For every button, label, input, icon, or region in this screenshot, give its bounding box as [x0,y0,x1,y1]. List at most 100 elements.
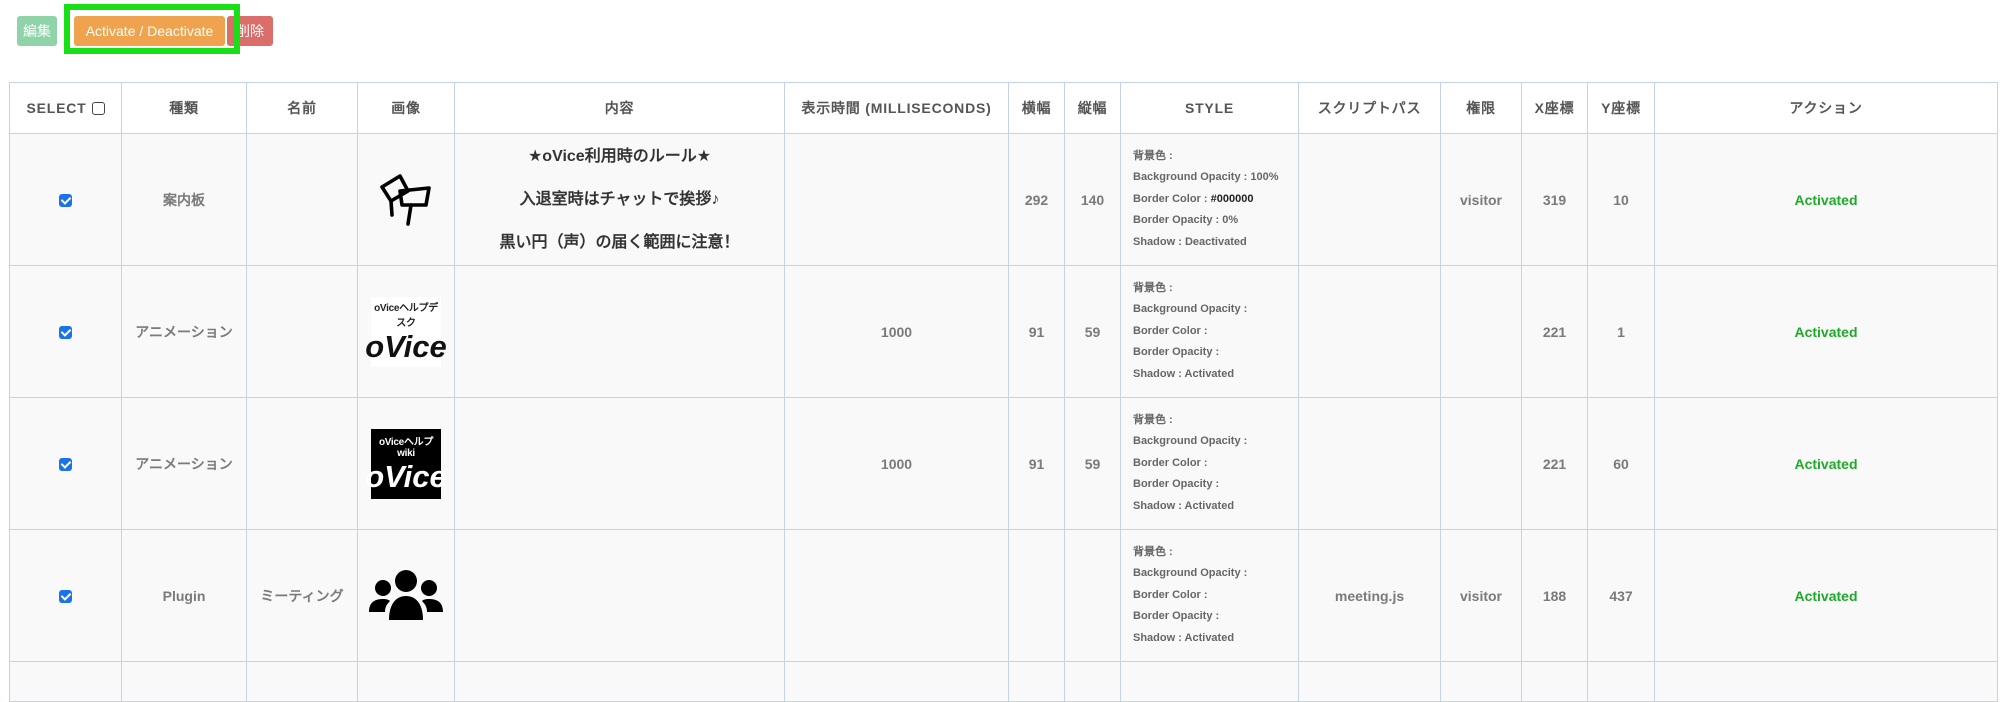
duration-cell [784,133,1009,266]
style-border-color: Border Color : [1133,324,1208,337]
header-x: X座標 [1521,82,1588,134]
content-cell [454,265,785,398]
logo-text: oVice [365,328,447,364]
edit-button[interactable]: 編集 [17,16,57,46]
row-checkbox[interactable] [59,458,72,472]
style-cell: 背景色 : Background Opacity : 100% Border C… [1120,133,1299,266]
logo-text: oVice [365,458,447,494]
style-bg: 背景色 : [1133,281,1173,294]
row-select-cell [9,397,122,530]
permission-cell [1440,265,1522,398]
name-cell [246,133,358,266]
style-border-color: Border Color : [1133,588,1208,601]
style-border-opacity: Border Opacity : [1133,610,1220,623]
row-checkbox[interactable] [59,194,72,208]
image-cell [357,529,455,662]
activate-button-highlight [64,4,240,54]
table-row [9,661,1998,702]
select-all-checkbox[interactable] [91,101,105,115]
x-cell: 221 [1521,265,1588,398]
x-cell: 188 [1521,529,1588,662]
row-select-cell [9,265,122,398]
row-checkbox[interactable] [59,326,72,340]
duration-cell: 1000 [784,397,1009,530]
action-status[interactable]: Activated [1654,529,1998,662]
style-bg: 背景色 : [1133,545,1173,558]
style-bg-opacity: Background Opacity : [1133,435,1248,448]
style-border-opacity: Border Opacity : [1133,478,1220,491]
x-cell: 221 [1521,397,1588,530]
script-cell: meeting.js [1298,529,1441,662]
name-cell [246,265,358,398]
header-name: 名前 [246,82,358,134]
permission-cell: visitor [1440,133,1522,266]
type-cell: アニメーション [121,397,247,530]
style-bg-opacity: Background Opacity : [1133,303,1248,316]
name-cell [246,397,358,530]
style-bg-opacity: Background Opacity : [1133,567,1248,580]
content-line: ★oVice利用時のルール★ [527,148,712,165]
row-select-cell [9,133,122,266]
table-header-row: SELECT 種類 名前 画像 内容 表示時間 (MILLISECONDS) 横… [9,82,1998,134]
permission-cell: visitor [1440,529,1522,662]
header-duration: 表示時間 (MILLISECONDS) [784,82,1009,134]
style-border-color: Border Color : [1133,456,1208,469]
image-cell [357,133,455,266]
action-status[interactable]: Activated [1654,265,1998,398]
logo-caption: oViceヘルプwiki [378,436,434,459]
width-cell: 292 [1008,133,1065,266]
script-cell [1298,265,1441,398]
width-cell: 91 [1008,265,1065,398]
content-cell [454,397,785,530]
style-shadow: Shadow : Deactivated [1133,235,1247,248]
name-cell: ミーティング [246,529,358,662]
logo-caption: oViceヘルプデスク [374,302,438,329]
x-cell: 319 [1521,133,1588,266]
style-cell: 背景色 : Background Opacity : Border Color … [1120,397,1299,530]
action-status[interactable]: Activated [1654,397,1998,530]
type-cell: アニメーション [121,265,247,398]
header-select-label: SELECT [26,100,87,116]
permission-cell [1440,397,1522,530]
header-height: 縦幅 [1064,82,1121,134]
style-cell: 背景色 : Background Opacity : Border Color … [1120,265,1299,398]
image-cell: oViceヘルプwiki oVice [357,397,455,530]
width-cell: 91 [1008,397,1065,530]
users-group-icon [362,568,450,624]
script-cell [1298,133,1441,266]
content-line: 黒い円（声）の届く範囲に注意！ [499,234,740,251]
height-cell: 59 [1064,265,1121,398]
duration-cell: 1000 [784,265,1009,398]
height-cell [1064,529,1121,662]
style-border-opacity: Border Opacity : 0% [1133,214,1239,227]
header-select: SELECT [9,82,122,134]
header-content: 内容 [454,82,785,134]
header-width: 横幅 [1008,82,1065,134]
y-cell: 60 [1587,397,1655,530]
style-bg: 背景色 : [1133,413,1173,426]
y-cell: 1 [1587,265,1655,398]
y-cell: 10 [1587,133,1655,266]
style-bg-opacity: Background Opacity : 100% [1133,171,1279,184]
style-cell: 背景色 : Background Opacity : Border Color … [1120,529,1299,662]
objects-table: SELECT 種類 名前 画像 内容 表示時間 (MILLISECONDS) 横… [9,82,1998,702]
type-cell: Plugin [121,529,247,662]
style-shadow: Shadow : Activated [1133,367,1235,380]
header-permission: 権限 [1440,82,1522,134]
header-image: 画像 [357,82,455,134]
signboard-icon [362,172,450,228]
table-row: アニメーション oViceヘルプデスク oVice 1000 91 59 背景色… [9,265,1998,398]
script-cell [1298,397,1441,530]
style-border-opacity: Border Opacity : [1133,346,1220,359]
style-shadow: Shadow : Activated [1133,499,1235,512]
width-cell [1008,529,1065,662]
content-cell [454,529,785,662]
action-status[interactable]: Activated [1654,133,1998,266]
header-type: 種類 [121,82,247,134]
header-action: アクション [1654,82,1998,134]
content-line: 入退室時はチャットで挨拶♪ [519,191,720,208]
type-cell: 案内板 [121,133,247,266]
image-cell: oViceヘルプデスク oVice [357,265,455,398]
style-shadow: Shadow : Activated [1133,631,1235,644]
row-checkbox[interactable] [59,590,72,604]
